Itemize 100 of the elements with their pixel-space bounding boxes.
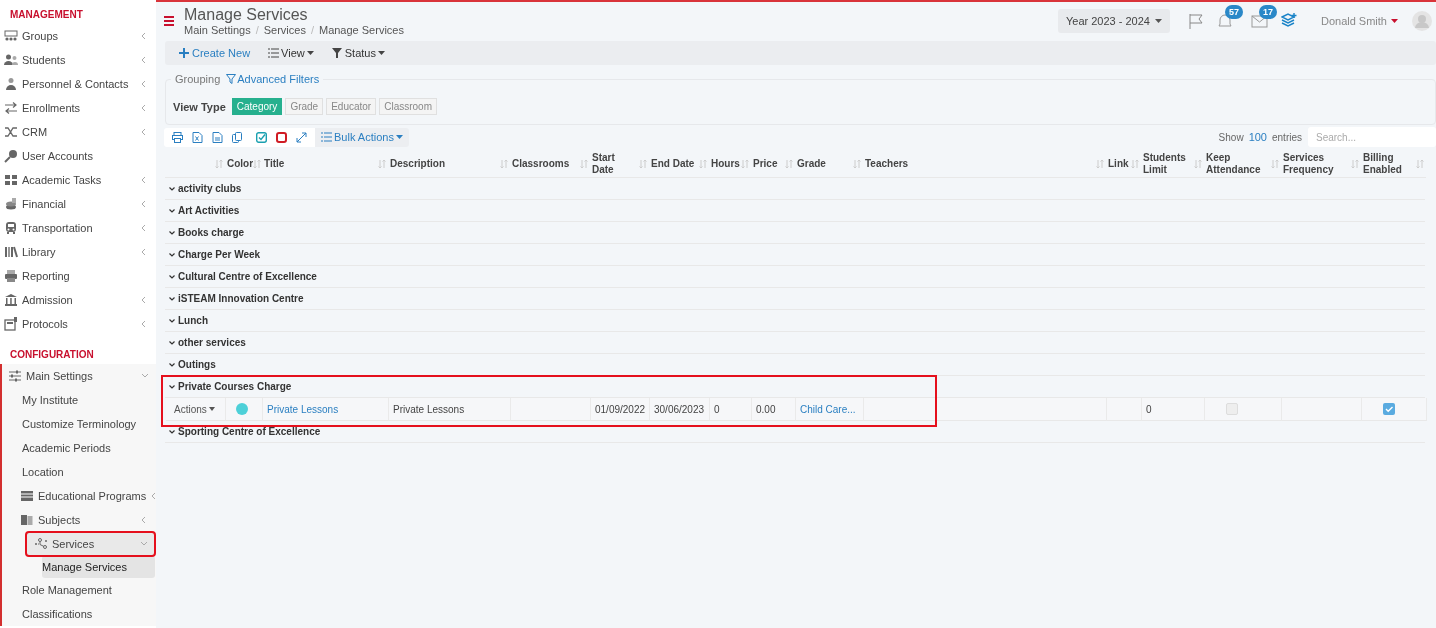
check-square-icon[interactable] xyxy=(256,131,267,143)
column-header[interactable]: Billing Enabled xyxy=(1363,151,1416,176)
column-header[interactable]: Teachers xyxy=(865,157,1096,170)
group-row[interactable]: Art Activities xyxy=(165,200,1425,222)
menu-item[interactable]: Enrollments xyxy=(0,96,156,120)
menu-item[interactable]: Subjects xyxy=(20,508,156,532)
menu-item[interactable]: Personnel & Contacts xyxy=(0,72,156,96)
menu-item[interactable]: My Institute xyxy=(20,388,156,412)
view-dropdown[interactable]: View xyxy=(268,47,314,59)
column-header[interactable]: Start Date xyxy=(592,151,639,176)
menu-item[interactable]: Reporting xyxy=(0,264,156,288)
menu-item[interactable]: Role Management xyxy=(20,578,156,602)
column-header[interactable]: Grade xyxy=(797,157,853,170)
menu-item[interactable]: Educational Programs xyxy=(20,484,156,508)
sort-icon[interactable] xyxy=(1096,158,1104,169)
menu-item[interactable]: Services xyxy=(26,532,155,556)
column-header[interactable]: Keep Attendance xyxy=(1206,151,1271,176)
menu-item[interactable]: Academic Periods xyxy=(20,436,156,460)
sort-icon[interactable] xyxy=(253,158,262,169)
menu-item[interactable]: Students xyxy=(0,48,156,72)
flag-icon[interactable] xyxy=(1187,13,1204,29)
menu-item[interactable]: Admission xyxy=(0,288,156,312)
menu-item[interactable]: Manage Services xyxy=(42,556,155,578)
group-row[interactable]: Lunch xyxy=(165,310,1425,332)
group-row[interactable]: Charge Per Week xyxy=(165,244,1425,266)
expand-icon[interactable] xyxy=(296,131,307,143)
page-size-select[interactable]: 100 xyxy=(1248,131,1267,143)
document-icon[interactable] xyxy=(212,131,223,143)
breadcrumb[interactable]: Main Settings xyxy=(184,24,251,36)
sort-icon[interactable] xyxy=(378,158,386,169)
group-row[interactable]: activity clubs xyxy=(165,178,1425,200)
actions-dropdown[interactable]: Actions xyxy=(170,403,219,415)
group-row[interactable]: Books charge xyxy=(165,222,1425,244)
column-header[interactable]: End Date xyxy=(651,157,699,170)
menu-item[interactable]: Location xyxy=(20,460,156,484)
column-header[interactable]: Price xyxy=(753,157,785,170)
caret-icon xyxy=(1154,19,1162,23)
plus-icon xyxy=(179,48,190,58)
checkbox[interactable] xyxy=(1383,403,1395,415)
column-header[interactable]: Description xyxy=(390,157,500,170)
copy-icon[interactable] xyxy=(232,131,243,143)
print-icon[interactable] xyxy=(172,131,183,143)
column-header[interactable]: Link xyxy=(1108,157,1131,170)
breadcrumb[interactable]: Services xyxy=(263,24,306,36)
sort-icon[interactable] xyxy=(699,158,707,169)
year-dropdown[interactable]: Year 2023 - 2024 xyxy=(1057,9,1170,33)
group-row[interactable]: Outings xyxy=(165,354,1425,376)
layers-icon[interactable] xyxy=(1280,13,1297,29)
search-field[interactable]: Search... xyxy=(1308,127,1436,147)
group-row[interactable]: other services xyxy=(165,332,1425,354)
column-header[interactable]: Services Frequency xyxy=(1283,151,1351,176)
sort-icon[interactable] xyxy=(853,158,861,169)
mail-icon[interactable] xyxy=(1250,14,1268,28)
menu-item[interactable]: CRM xyxy=(0,120,156,144)
menu-item[interactable]: Library xyxy=(0,240,156,264)
column-header[interactable]: Classrooms xyxy=(512,157,580,170)
column-header[interactable]: Title xyxy=(264,157,378,170)
menu-item[interactable]: User Accounts xyxy=(0,144,156,168)
menu-item[interactable]: Classifications xyxy=(20,602,156,626)
sort-icon[interactable] xyxy=(1416,158,1424,169)
bell-icon[interactable] xyxy=(1216,14,1233,28)
column-header[interactable]: Color xyxy=(227,157,254,170)
grade-link[interactable]: Child Care... xyxy=(800,403,856,415)
menu-item[interactable]: Financial xyxy=(0,192,156,216)
group-row[interactable]: Cultural Centre of Excellence xyxy=(165,266,1425,288)
sort-icon[interactable] xyxy=(215,158,223,169)
table-cell: 0 xyxy=(710,398,752,421)
group-row[interactable]: Sporting Centre of Excellence xyxy=(165,421,1425,443)
column-header[interactable]: Hours xyxy=(711,157,741,170)
create-button[interactable]: Create New xyxy=(179,47,251,59)
sort-icon[interactable] xyxy=(741,158,749,169)
bulk-actions-button[interactable]: Bulk Actions xyxy=(315,127,409,147)
service-link[interactable]: Private Lessons xyxy=(267,403,339,415)
checkbox[interactable] xyxy=(1226,403,1238,415)
advanced-filters-link[interactable]: Advanced Filters xyxy=(226,73,320,85)
square-icon[interactable] xyxy=(276,131,287,143)
sort-icon[interactable] xyxy=(785,158,793,169)
table-cell: 0 xyxy=(1142,398,1205,421)
page-title: Manage Services xyxy=(184,6,309,24)
menu-item[interactable]: Main Settings xyxy=(2,364,156,388)
sort-icon[interactable] xyxy=(1351,158,1359,169)
sort-icon[interactable] xyxy=(580,158,588,169)
sort-icon[interactable] xyxy=(1194,158,1202,169)
menu-item[interactable]: Groups xyxy=(0,24,156,48)
menu-item[interactable]: Transportation xyxy=(0,216,156,240)
spreadsheet-icon[interactable] xyxy=(192,131,203,143)
filter-icon xyxy=(331,48,343,58)
status-dropdown[interactable]: Status xyxy=(331,47,385,59)
sort-icon[interactable] xyxy=(1271,158,1279,169)
sort-icon[interactable] xyxy=(639,158,647,169)
section-heading: CONFIGURATION xyxy=(9,348,95,362)
menu-item[interactable]: Customize Terminology xyxy=(20,412,156,436)
column-header[interactable]: Students Limit xyxy=(1143,151,1194,176)
menu-item[interactable]: Academic Tasks xyxy=(0,168,156,192)
group-row[interactable]: iSTEAM Innovation Centre xyxy=(165,288,1425,310)
sort-icon[interactable] xyxy=(1131,158,1139,169)
caret-icon xyxy=(306,51,314,55)
menu-item[interactable]: Protocols xyxy=(0,312,156,336)
show-label: Show xyxy=(1218,131,1244,143)
sort-icon[interactable] xyxy=(500,158,508,169)
